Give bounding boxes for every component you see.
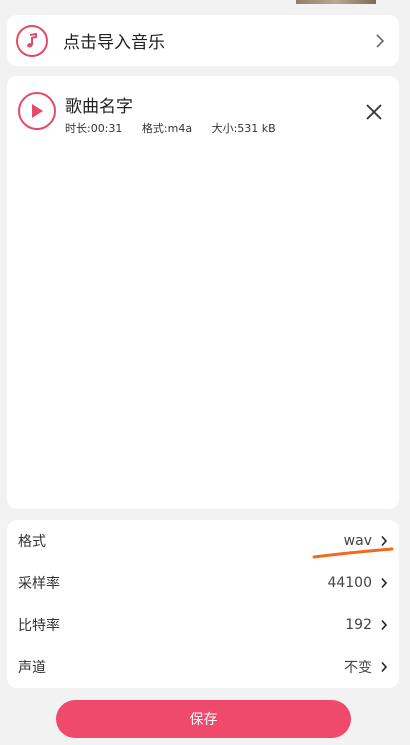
song-duration: 时长:00:31 [65,122,123,135]
setting-row-channel[interactable]: 声道 不变 [7,646,399,688]
setting-label: 采样率 [18,576,60,592]
song-meta: 时长:00:31 格式:m4a 大小:531 kB [65,120,292,136]
annotation-underline [312,547,394,559]
import-music-button[interactable]: 点击导入音乐 [7,15,399,66]
chevron-right-icon [381,661,388,673]
play-button[interactable] [18,92,56,130]
setting-label: 比特率 [18,618,60,634]
song-size: 大小:531 kB [211,122,276,135]
import-music-label: 点击导入音乐 [63,33,165,53]
save-button[interactable]: 保存 [56,700,351,738]
setting-row-sample-rate[interactable]: 采样率 44100 [7,562,399,604]
setting-value: 192 [345,617,372,633]
setting-value: 不变 [344,660,372,676]
chevron-right-icon [381,577,388,589]
song-card: 歌曲名字 时长:00:31 格式:m4a 大小:531 kB [7,76,399,509]
play-icon [32,104,43,118]
setting-label: 声道 [18,660,46,676]
song-title: 歌曲名字 [65,97,133,117]
thumbnail-strip [296,0,376,4]
setting-label: 格式 [18,534,46,550]
chevron-right-icon [381,619,388,631]
setting-value: 44100 [327,575,372,591]
chevron-right-icon [376,33,385,48]
setting-row-bitrate[interactable]: 比特率 192 [7,604,399,646]
music-note-icon [16,24,48,57]
song-format: 格式:m4a [141,122,193,135]
close-icon[interactable] [365,103,383,121]
